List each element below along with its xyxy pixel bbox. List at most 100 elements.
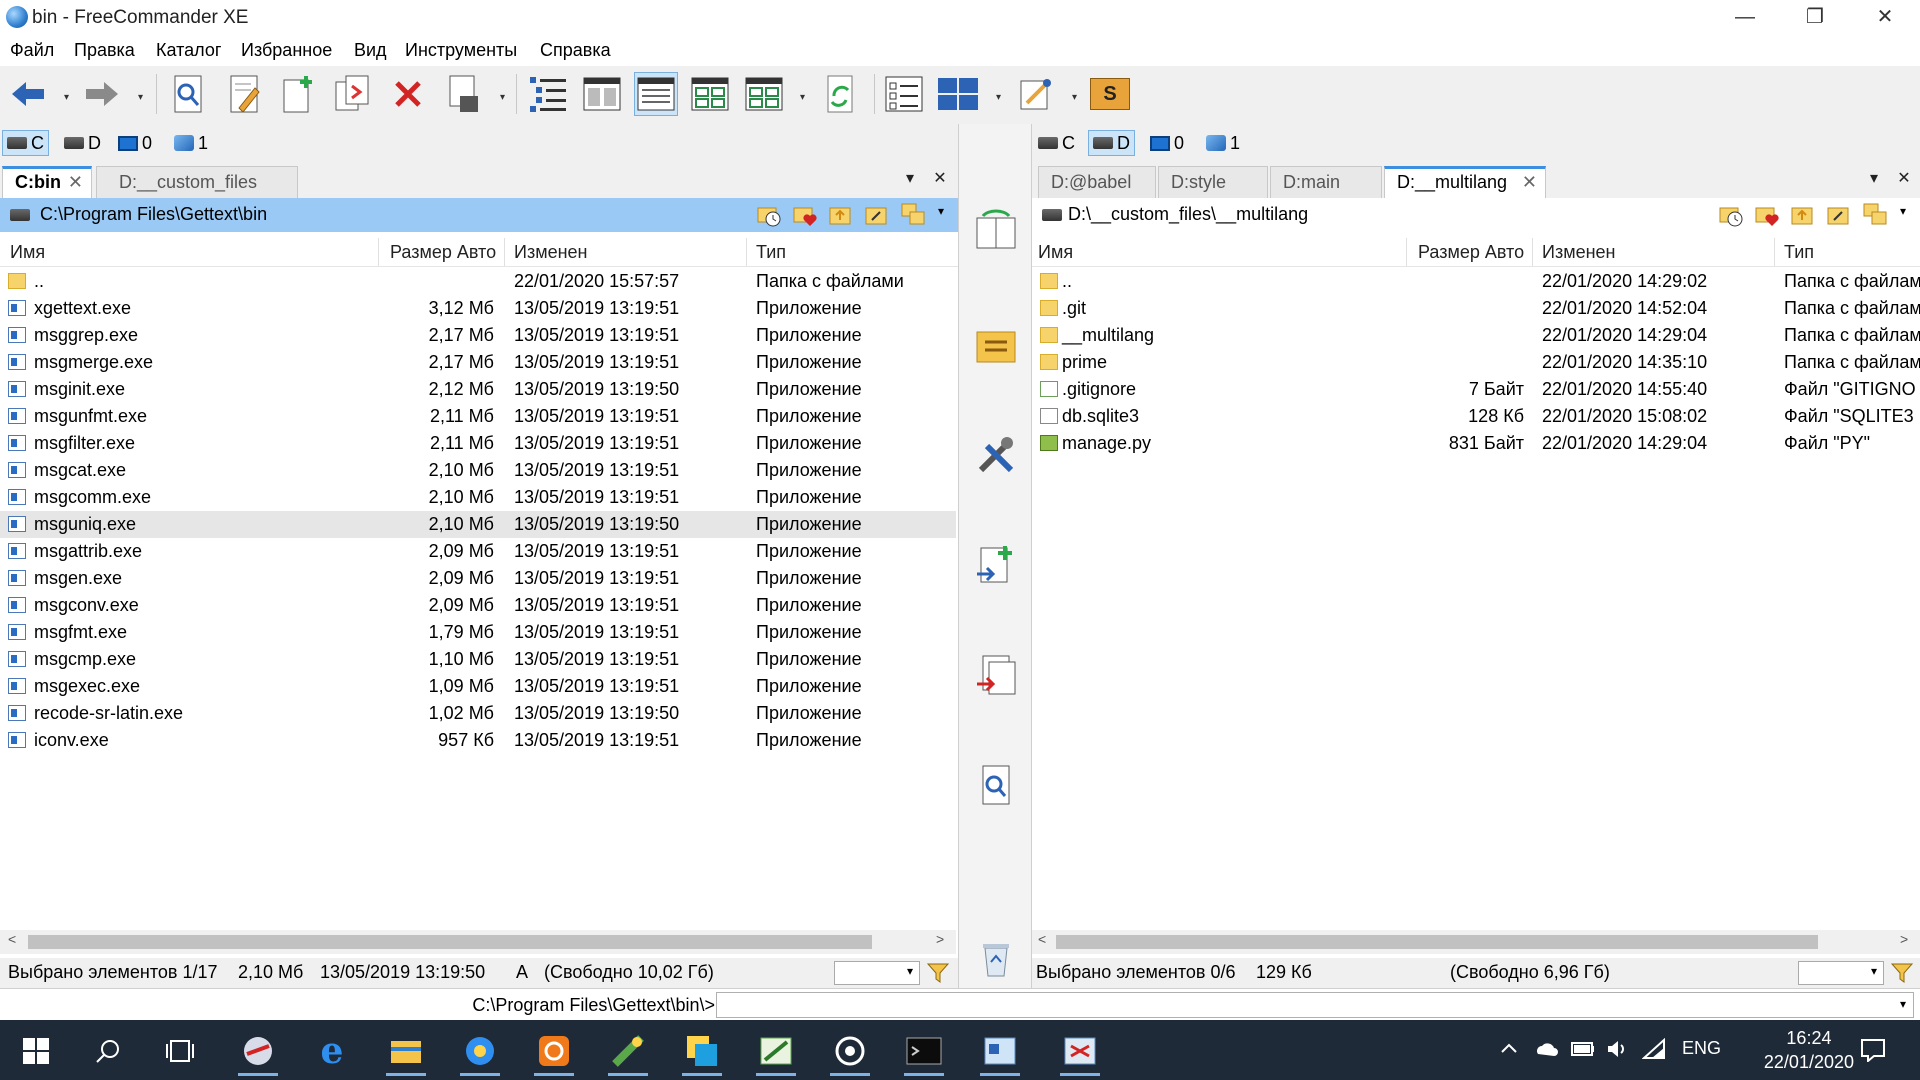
- right-path-bar[interactable]: D:\__custom_files\__multilang ▾: [1032, 198, 1920, 232]
- file-row[interactable]: msgcomm.exe 2,10 Мб 13/05/2019 13:19:51 При…: [0, 484, 956, 511]
- scroll-right-icon[interactable]: >: [1900, 931, 1908, 947]
- right-horizontal-scrollbar[interactable]: < >: [1032, 930, 1920, 954]
- scroll-left-icon[interactable]: <: [1038, 931, 1046, 947]
- forward-arrow-icon[interactable]: [80, 72, 124, 116]
- checklist-icon[interactable]: [882, 72, 926, 116]
- task-view-icon[interactable]: [152, 1028, 208, 1074]
- file-row[interactable]: msgunfmt.exe 2,11 Мб 13/05/2019 13:19:51 Пр…: [0, 403, 956, 430]
- freecommander-icon[interactable]: [1052, 1028, 1108, 1076]
- battery-icon[interactable]: [1570, 1038, 1596, 1060]
- menu-tools[interactable]: Инструменты: [405, 40, 517, 61]
- minimize-button[interactable]: —: [1710, 0, 1780, 36]
- right-drive-network[interactable]: 1: [1202, 130, 1244, 156]
- right-drive-monitor[interactable]: 0: [1146, 130, 1188, 156]
- app-6-icon[interactable]: [748, 1028, 804, 1076]
- right-tab-babel[interactable]: D:@babel: [1038, 166, 1156, 198]
- file-row[interactable]: msgfmt.exe 1,79 Мб 13/05/2019 13:19:51 Прил…: [0, 619, 956, 646]
- file-row[interactable]: .gitignore 7 Байт 22/01/2020 14:55:40 Файл …: [1032, 376, 1920, 403]
- back-arrow-icon[interactable]: [6, 72, 50, 116]
- wifi-icon[interactable]: [1642, 1038, 1666, 1060]
- file-row[interactable]: .. 22/01/2020 15:57:57 Папка с файлами: [0, 268, 956, 295]
- notifications-icon[interactable]: [1860, 1038, 1886, 1062]
- settings-icon[interactable]: [1014, 72, 1058, 116]
- left-drive-d[interactable]: D: [60, 130, 105, 156]
- parent-folder-icon[interactable]: [828, 202, 854, 228]
- right-tab-close-icon[interactable]: ✕: [1892, 168, 1916, 192]
- file-row[interactable]: msgcat.exe 2,10 Мб 13/05/2019 13:19:51 Прил…: [0, 457, 956, 484]
- layout-icon[interactable]: [936, 72, 980, 116]
- column-size[interactable]: Размер Авто: [1418, 242, 1524, 263]
- column-name[interactable]: Имя: [10, 242, 45, 263]
- file-row[interactable]: .. 22/01/2020 14:29:02 Папка с файлам: [1032, 268, 1920, 295]
- column-type[interactable]: Тип: [756, 242, 786, 263]
- scroll-thumb[interactable]: [1056, 935, 1818, 949]
- left-tab-dropdown-icon[interactable]: ▾: [898, 168, 922, 192]
- script-icon[interactable]: S: [1088, 72, 1132, 116]
- favorites-icon[interactable]: [1754, 202, 1780, 228]
- app-1-icon[interactable]: [230, 1028, 286, 1076]
- windows-start-icon[interactable]: [8, 1028, 64, 1074]
- left-horizontal-scrollbar[interactable]: < >: [0, 930, 956, 954]
- column-separator[interactable]: [504, 238, 505, 266]
- menu-edit[interactable]: Правка: [74, 40, 135, 61]
- thumbnail-view-2-icon[interactable]: [742, 72, 786, 116]
- column-separator[interactable]: [746, 238, 747, 266]
- file-row[interactable]: __multilang 22/01/2020 14:29:04 Папка с фа…: [1032, 322, 1920, 349]
- properties-dropdown-icon[interactable]: ▾: [500, 92, 505, 103]
- file-row[interactable]: msgconv.exe 2,09 Мб 13/05/2019 13:19:51 При…: [0, 592, 956, 619]
- copy-to-panel-icon[interactable]: [975, 544, 1017, 586]
- tab-close-icon[interactable]: ✕: [68, 169, 83, 195]
- copy-icon[interactable]: [330, 72, 374, 116]
- column-separator[interactable]: [378, 238, 379, 266]
- column-modified[interactable]: Изменен: [1542, 242, 1615, 263]
- right-filter-combo[interactable]: ▾: [1798, 961, 1884, 985]
- file-row[interactable]: msgmerge.exe 2,17 Мб 13/05/2019 13:19:51 Пр…: [0, 349, 956, 376]
- tab-close-icon[interactable]: ✕: [1522, 169, 1537, 195]
- column-type[interactable]: Тип: [1784, 242, 1814, 263]
- folder-list-icon[interactable]: [975, 324, 1017, 366]
- delete-icon[interactable]: [386, 72, 430, 116]
- scroll-left-icon[interactable]: <: [8, 931, 16, 947]
- command-line-input[interactable]: [716, 992, 1914, 1018]
- copy-path-icon[interactable]: [1862, 202, 1888, 228]
- tools-icon[interactable]: [975, 434, 1017, 476]
- filter-icon[interactable]: [926, 962, 950, 984]
- path-dropdown-icon[interactable]: ▾: [1900, 204, 1906, 218]
- file-row[interactable]: iconv.exe 957 Кб 13/05/2019 13:19:51 Прилож…: [0, 727, 956, 754]
- file-row[interactable]: .git 22/01/2020 14:52:04 Папка с файлам: [1032, 295, 1920, 322]
- edit-file-icon[interactable]: [222, 72, 266, 116]
- root-folder-icon[interactable]: [864, 202, 890, 228]
- favorites-icon[interactable]: [792, 202, 818, 228]
- left-tab-c-bin[interactable]: C:bin ✕: [2, 166, 92, 198]
- tree-view-icon[interactable]: [526, 72, 570, 116]
- right-tab-dropdown-icon[interactable]: ▾: [1862, 168, 1886, 192]
- file-row[interactable]: recode-sr-latin.exe 1,02 Мб 13/05/2019 13:…: [0, 700, 956, 727]
- history-icon[interactable]: [1718, 202, 1744, 228]
- scroll-thumb[interactable]: [28, 935, 872, 949]
- root-folder-icon[interactable]: [1826, 202, 1852, 228]
- file-row[interactable]: msguniq.exe 2,10 Мб 13/05/2019 13:19:50 При…: [0, 511, 956, 538]
- right-tab-main[interactable]: D:main: [1270, 166, 1382, 198]
- close-button[interactable]: ✕: [1850, 0, 1920, 36]
- clock[interactable]: 16:24 22/01/2020: [1764, 1026, 1854, 1074]
- file-row[interactable]: msggrep.exe 2,17 Мб 13/05/2019 13:19:51 При…: [0, 322, 956, 349]
- history-icon[interactable]: [756, 202, 782, 228]
- menu-file[interactable]: Файл: [10, 40, 54, 61]
- column-separator[interactable]: [1532, 238, 1533, 266]
- file-row[interactable]: msgattrib.exe 2,09 Мб 13/05/2019 13:19:51 П…: [0, 538, 956, 565]
- menu-folder[interactable]: Каталог: [156, 40, 221, 61]
- left-drive-monitor[interactable]: 0: [114, 130, 156, 156]
- settings-dropdown-icon[interactable]: ▾: [1072, 92, 1077, 103]
- file-row[interactable]: msginit.exe 2,12 Мб 13/05/2019 13:19:50 При…: [0, 376, 956, 403]
- app-7-icon[interactable]: [822, 1028, 878, 1076]
- left-tab-custom-files[interactable]: D:__custom_files: [96, 166, 298, 198]
- column-size[interactable]: Размер Авто: [390, 242, 496, 263]
- detail-view-icon[interactable]: [634, 72, 678, 116]
- column-separator[interactable]: [1406, 238, 1407, 266]
- file-row[interactable]: msgfilter.exe 2,11 Мб 13/05/2019 13:19:51 П…: [0, 430, 956, 457]
- column-name[interactable]: Имя: [1038, 242, 1073, 263]
- left-filter-combo[interactable]: ▾: [834, 961, 920, 985]
- volume-icon[interactable]: [1606, 1038, 1630, 1060]
- scroll-right-icon[interactable]: >: [936, 931, 944, 947]
- brief-view-icon[interactable]: [580, 72, 624, 116]
